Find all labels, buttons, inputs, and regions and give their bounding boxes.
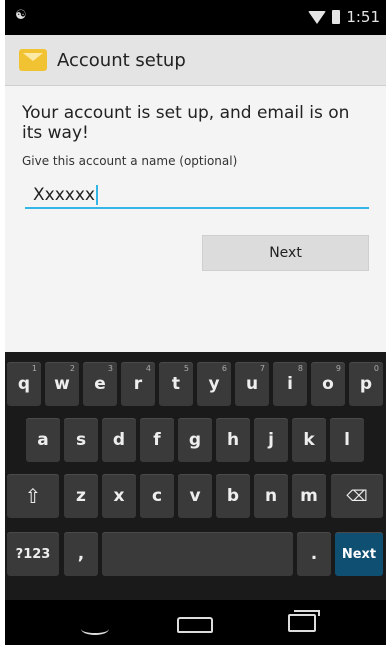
key-d[interactable]: d (102, 418, 136, 462)
key-i[interactable]: i8 (273, 362, 307, 406)
key-p[interactable]: p0 (349, 362, 383, 406)
key-l[interactable]: l (330, 418, 364, 462)
key-q[interactable]: q1 (7, 362, 41, 406)
key-a[interactable]: a (26, 418, 60, 462)
period-key[interactable]: . (297, 532, 331, 576)
battery-icon (332, 10, 341, 24)
usb-debug-icon: ☯ (15, 8, 27, 23)
key-s[interactable]: s (64, 418, 98, 462)
comma-key[interactable]: , (64, 532, 98, 576)
account-name-hint: Give this account a name (optional) (22, 154, 238, 168)
key-y[interactable]: y6 (197, 362, 231, 406)
setup-complete-message: Your account is set up, and email is on … (22, 103, 350, 143)
keyboard-next-key[interactable]: Next (335, 532, 383, 576)
navigation-bar (5, 600, 386, 645)
key-j[interactable]: j (254, 418, 288, 462)
key-c[interactable]: c (140, 474, 174, 518)
status-bar: ☯ 1:51 (5, 0, 386, 35)
key-o[interactable]: o9 (311, 362, 345, 406)
key-n[interactable]: n (254, 474, 288, 518)
key-g[interactable]: g (178, 418, 212, 462)
text-cursor (95, 185, 98, 205)
key-v[interactable]: v (178, 474, 212, 518)
status-time: 1:51 (346, 8, 380, 26)
action-bar: Account setup (5, 35, 386, 86)
key-k[interactable]: k (292, 418, 326, 462)
key-r[interactable]: r4 (121, 362, 155, 406)
symbols-key[interactable]: ?123 (7, 532, 59, 576)
wifi-icon (308, 10, 327, 24)
key-u[interactable]: u7 (235, 362, 269, 406)
email-icon[interactable] (19, 49, 47, 71)
account-name-value: Xxxxxx (33, 185, 95, 205)
account-setup-screen: Account setup Your account is set up, an… (5, 35, 386, 352)
key-e[interactable]: e3 (83, 362, 117, 406)
key-f[interactable]: f (140, 418, 174, 462)
shift-icon[interactable]: ⇧ (7, 474, 59, 518)
key-x[interactable]: x (102, 474, 136, 518)
soft-keyboard: q1 w2 e3 r4 t5 y6 u7 i8 o9 p0 a s d f g … (5, 352, 386, 600)
key-h[interactable]: h (216, 418, 250, 462)
status-icons: 1:51 (308, 8, 380, 26)
space-key[interactable] (102, 532, 293, 576)
key-b[interactable]: b (216, 474, 250, 518)
key-w[interactable]: w2 (45, 362, 79, 406)
key-m[interactable]: m (292, 474, 326, 518)
next-button[interactable]: Next (202, 235, 369, 271)
page-title: Account setup (57, 49, 186, 71)
home-icon[interactable] (177, 617, 213, 633)
account-name-field[interactable]: Xxxxxx (25, 181, 369, 209)
backspace-icon[interactable]: ⌫ (331, 474, 383, 518)
key-t[interactable]: t5 (159, 362, 193, 406)
recents-icon[interactable] (288, 610, 320, 632)
back-icon[interactable] (81, 623, 109, 635)
key-z[interactable]: z (64, 474, 98, 518)
phone-screen: ☯ 1:51 Account setup Your account is set… (5, 0, 386, 645)
